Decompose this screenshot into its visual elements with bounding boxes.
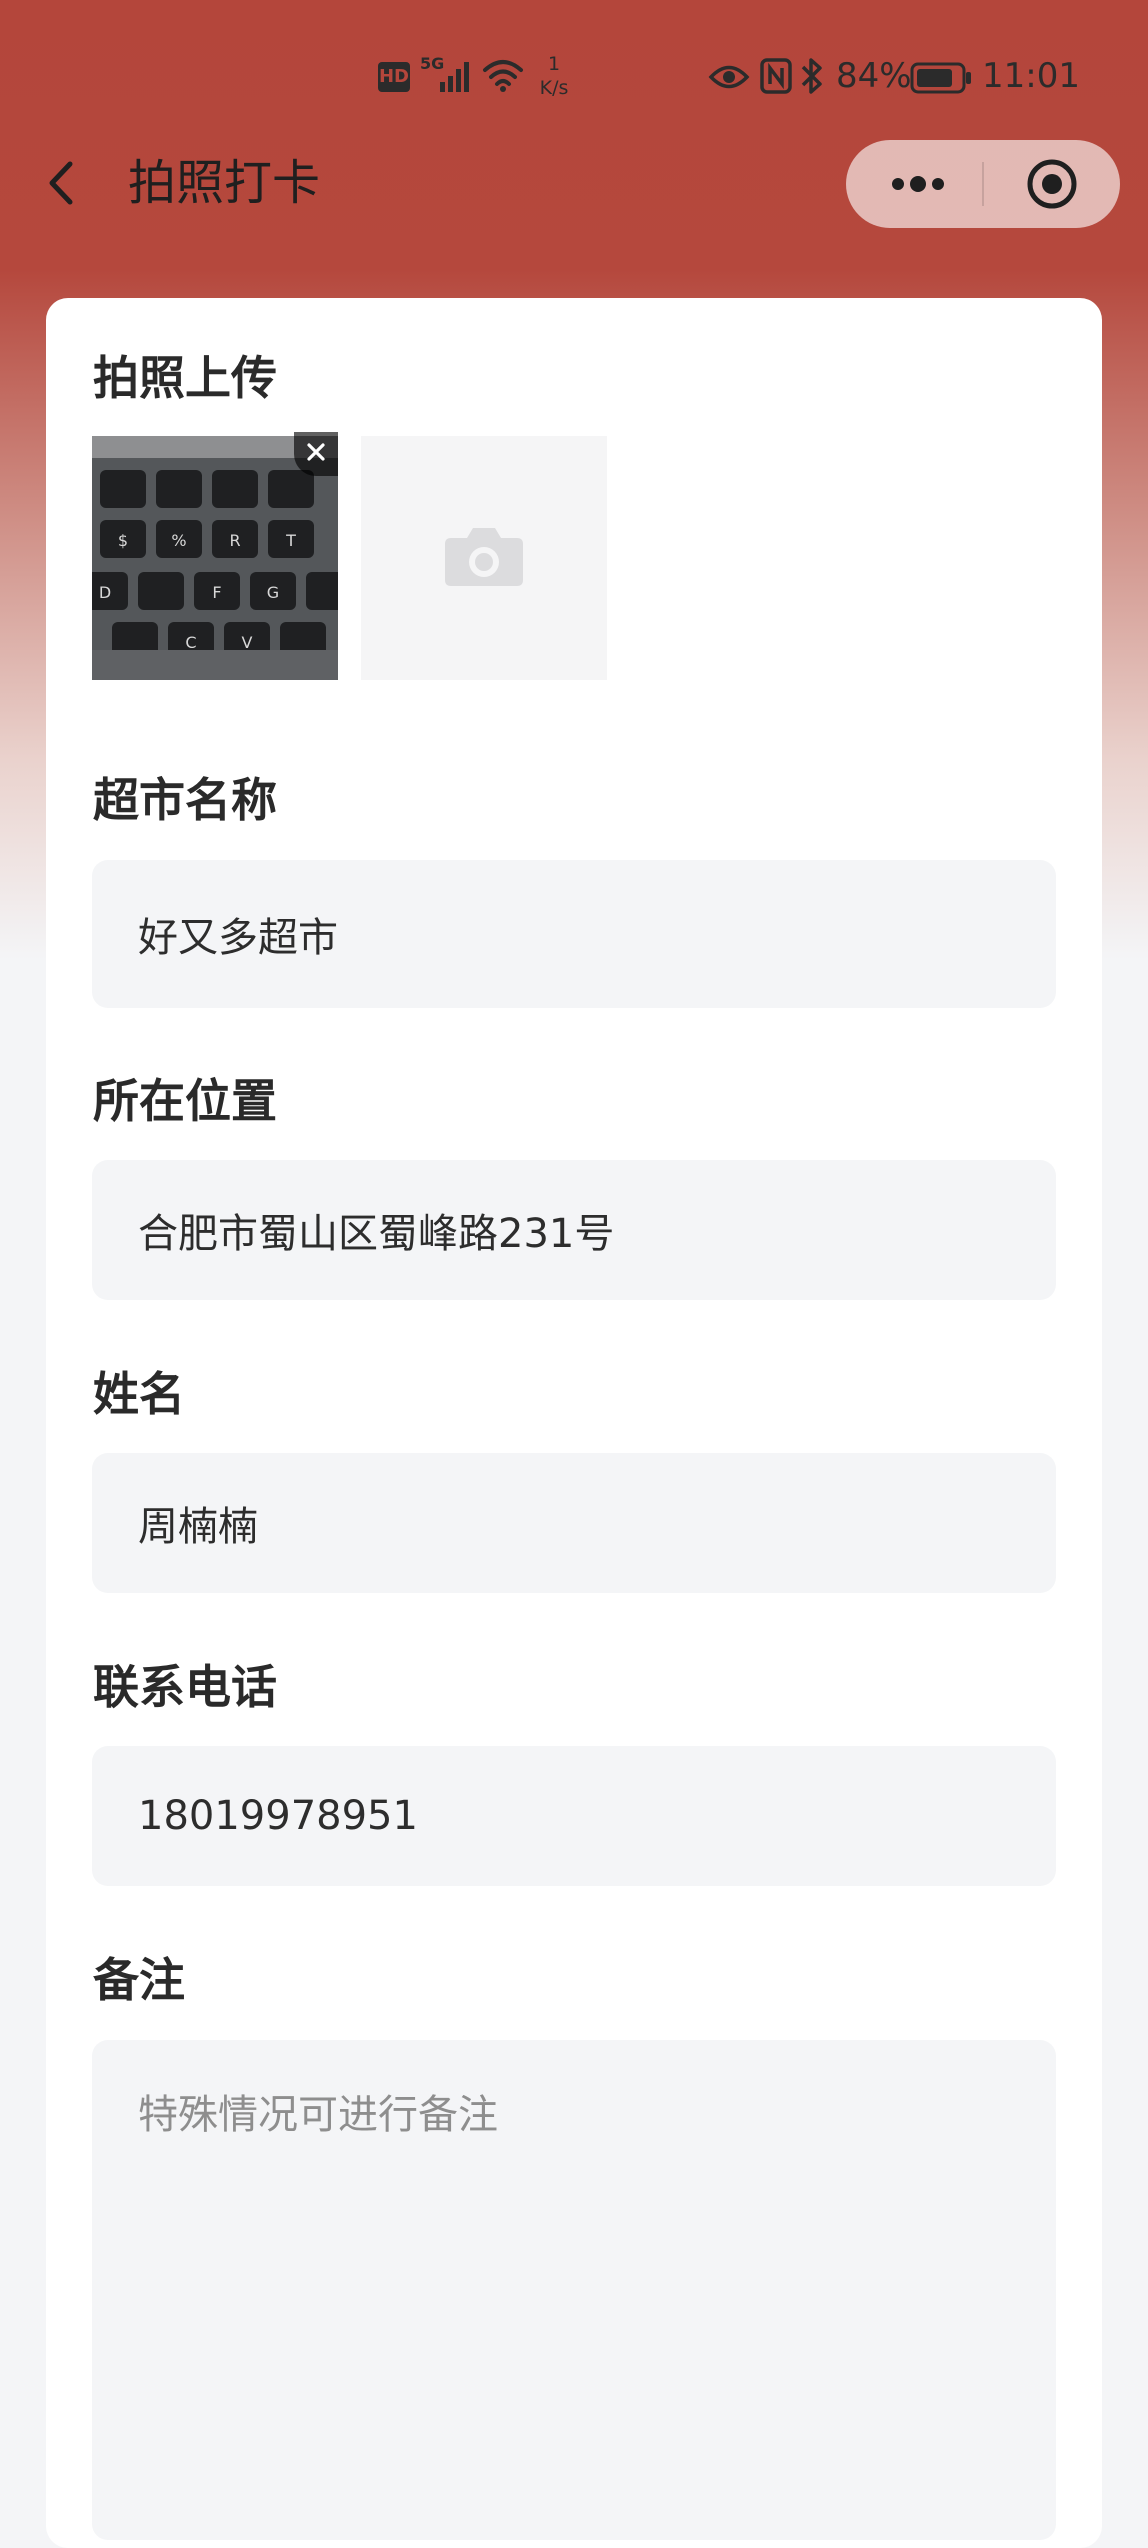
note-textarea[interactable]: 特殊情况可进行备注 xyxy=(92,2040,1056,2540)
network-speed-value: 1 xyxy=(547,53,561,75)
photo-key xyxy=(306,572,338,610)
photo-key xyxy=(156,470,202,508)
name-input[interactable]: 周楠楠 xyxy=(92,1453,1056,1593)
close-icon[interactable] xyxy=(294,432,338,476)
page-title: 拍照打卡 xyxy=(128,155,321,211)
network-speed: 1 K/s xyxy=(532,52,576,100)
phone-input[interactable]: 18019978951 xyxy=(92,1746,1056,1886)
uploaded-photo[interactable]: $% R T D F G C V xyxy=(92,436,338,680)
photo-key-label: T xyxy=(285,531,296,550)
signal-icon xyxy=(440,62,469,92)
battery-icon xyxy=(910,62,971,94)
supermarket-name-label: 超市名称 xyxy=(93,773,277,827)
hd-badge: HD xyxy=(378,62,410,92)
photo-key-label: F xyxy=(212,583,221,602)
location-label: 所在位置 xyxy=(93,1074,277,1128)
photo-key xyxy=(138,572,184,610)
bluetooth-icon xyxy=(801,58,822,94)
mini-program-capsule xyxy=(846,140,1120,228)
photo-key-label: % xyxy=(171,531,186,550)
photo-key-label: $ xyxy=(118,531,128,550)
photo-key-label: D xyxy=(99,583,111,602)
phone-label: 联系电话 xyxy=(93,1660,277,1714)
photo-key xyxy=(212,470,258,508)
chevron-left-icon[interactable] xyxy=(38,148,88,218)
camera-icon xyxy=(445,528,523,586)
photo-key-label: G xyxy=(267,583,279,602)
photo-key-label: C xyxy=(185,633,196,652)
status-bar: HD 5G 1 K/s 84% 11:01 xyxy=(0,40,1148,120)
keyboard-photo: $% R T D F G C V xyxy=(92,436,338,680)
supermarket-name-input[interactable]: 好又多超市 xyxy=(92,860,1056,1008)
photo-key xyxy=(268,470,314,508)
wifi-icon xyxy=(483,60,523,92)
photo-upload-label: 拍照上传 xyxy=(93,351,277,405)
location-input[interactable]: 合肥市蜀山区蜀峰路231号 xyxy=(92,1160,1056,1300)
add-photo-button[interactable] xyxy=(361,436,607,680)
photo-key xyxy=(100,470,146,508)
network-speed-unit: K/s xyxy=(539,77,569,99)
battery-percent: 84% xyxy=(836,56,912,96)
target-close-icon[interactable] xyxy=(984,140,1120,228)
note-label: 备注 xyxy=(93,1953,185,2007)
name-label: 姓名 xyxy=(93,1367,185,1421)
more-dots-icon[interactable] xyxy=(846,140,982,228)
nfc-icon xyxy=(760,58,792,94)
clock: 11:01 xyxy=(982,56,1080,96)
form-card: 拍照上传 $% R T D F G C V 超市名称 好又多超市 所在位置 合肥市蜀山区蜀峰路… xyxy=(46,298,1102,2548)
eye-icon xyxy=(708,65,750,89)
photo-key-label: V xyxy=(242,633,253,652)
photo-key-label: R xyxy=(229,531,240,550)
